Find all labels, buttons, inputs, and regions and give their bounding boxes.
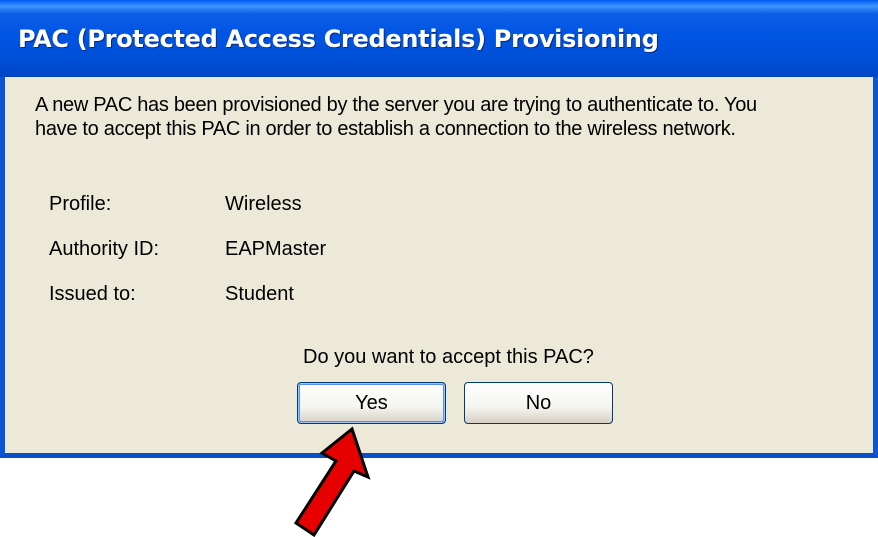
message-line-1: A new PAC has been provisioned by the se… xyxy=(35,94,757,116)
window-title: PAC (Protected Access Credentials) Provi… xyxy=(18,25,659,53)
yes-button[interactable]: Yes xyxy=(297,382,446,424)
dialog-content: A new PAC has been provisioned by the se… xyxy=(5,77,873,453)
message-line-2: have to accept this PAC in order to esta… xyxy=(35,118,736,140)
accept-question: Do you want to accept this PAC? xyxy=(303,346,594,368)
pac-provisioning-dialog: PAC (Protected Access Credentials) Provi… xyxy=(0,0,878,458)
red-arrow-icon xyxy=(293,426,371,537)
issued-to-value: Student xyxy=(225,283,294,305)
profile-value: Wireless xyxy=(225,193,302,215)
authority-id-value: EAPMaster xyxy=(225,238,327,260)
authority-id-label: Authority ID: xyxy=(49,238,160,260)
profile-label: Profile: xyxy=(49,193,112,215)
title-bar[interactable]: PAC (Protected Access Credentials) Provi… xyxy=(0,0,878,77)
message-text: A new PAC has been provisioned by the se… xyxy=(35,93,865,141)
no-button[interactable]: No xyxy=(464,382,613,424)
issued-to-label: Issued to: xyxy=(49,283,136,305)
